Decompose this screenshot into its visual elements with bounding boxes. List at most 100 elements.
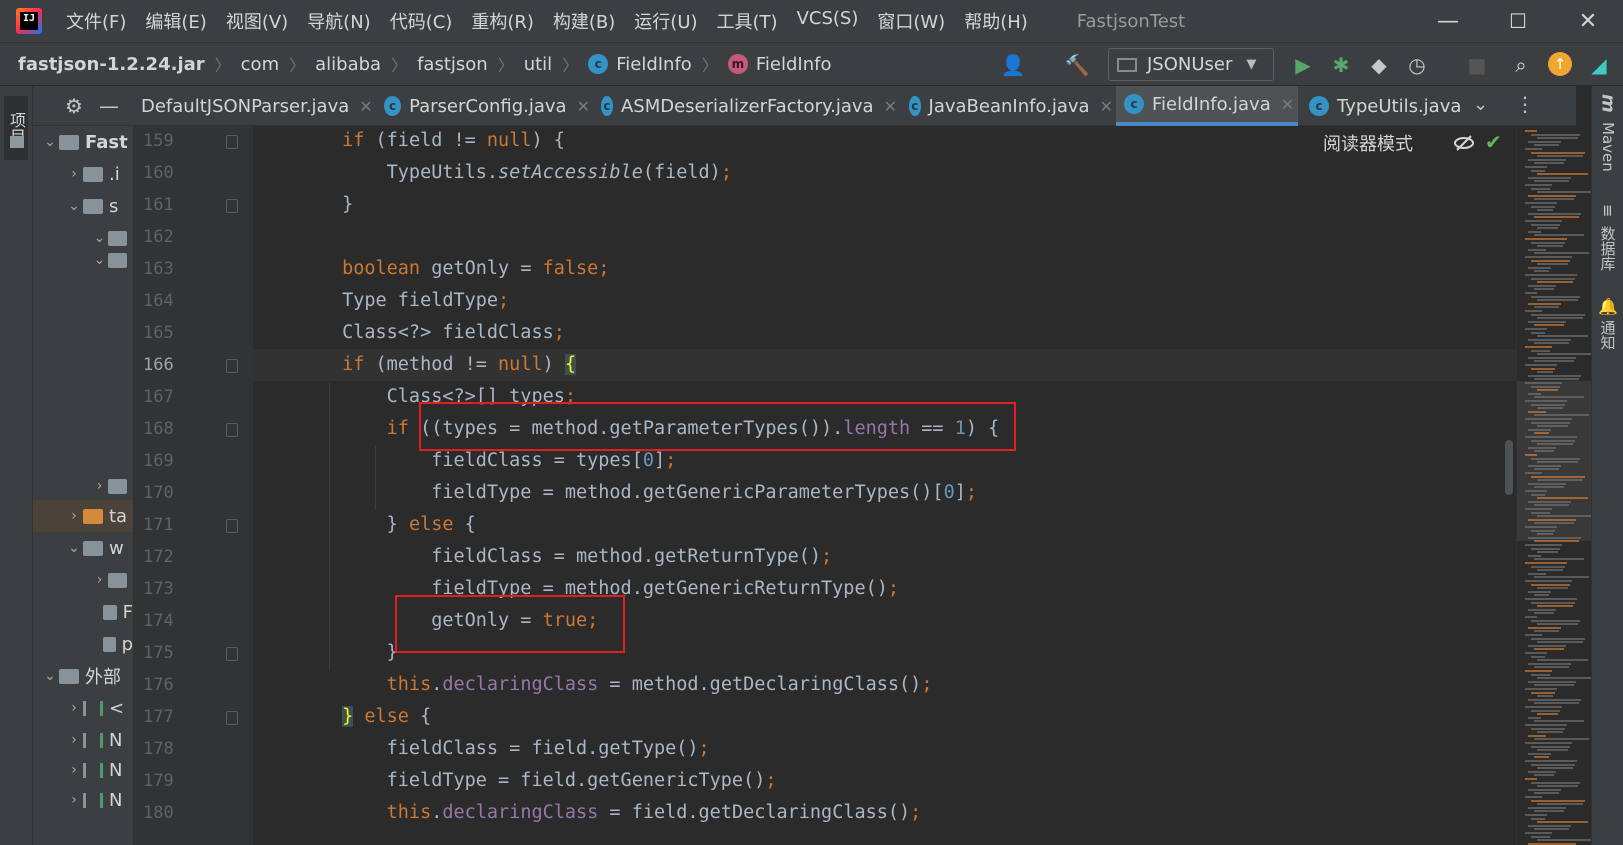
code-line[interactable]: this.declaringClass = method.getDeclarin… xyxy=(253,669,933,701)
code-line[interactable]: fieldClass = method.getReturnType(); xyxy=(253,541,832,573)
chevron-down-icon[interactable]: ⌄ xyxy=(41,668,59,684)
menu-item[interactable]: 帮助(H) xyxy=(964,8,1028,34)
debug-icon[interactable]: ✱ xyxy=(1328,52,1354,78)
code-line[interactable]: fieldClass = field.getType(); xyxy=(253,733,710,765)
profile-icon[interactable]: ◷ xyxy=(1404,52,1430,78)
tree-node[interactable]: ⌄ xyxy=(33,244,133,276)
editor-tab[interactable]: c ParserConfig.java ✕ xyxy=(376,86,590,126)
close-tab-icon[interactable]: ✕ xyxy=(1100,97,1113,116)
coverage-icon[interactable]: ◆ xyxy=(1366,52,1392,78)
tool-window-tab-project[interactable]: 项目 xyxy=(4,96,28,160)
chevron-right-icon[interactable]: › xyxy=(65,792,83,808)
close-tab-icon[interactable]: ✕ xyxy=(359,97,372,116)
fold-marker-icon[interactable] xyxy=(226,519,238,533)
code-line[interactable]: if (method != null) { xyxy=(253,349,577,381)
hide-panel-icon[interactable]: — xyxy=(99,94,119,118)
tool-window-tab-database[interactable]: 数据库 xyxy=(1596,226,1620,271)
close-tab-icon[interactable]: ✕ xyxy=(1281,95,1294,114)
vertical-scrollbar-thumb[interactable] xyxy=(1505,440,1513,495)
tree-node[interactable]: › N xyxy=(33,754,133,786)
close-button[interactable]: ✕ xyxy=(1553,0,1623,42)
code-line[interactable]: } xyxy=(253,189,353,221)
update-icon[interactable]: ↑ xyxy=(1548,52,1572,76)
chevron-down-icon[interactable]: ⌄ xyxy=(65,198,83,214)
code-line[interactable]: } else { xyxy=(253,701,431,733)
breadcrumb-item[interactable]: util xyxy=(524,54,552,75)
chevron-down-icon[interactable]: ⌄ xyxy=(65,540,83,556)
code-line[interactable]: fieldType = method.getGenericParameterTy… xyxy=(253,477,977,509)
chevron-down-icon[interactable]: ⌄ xyxy=(41,134,59,150)
code-line[interactable]: this.declaringClass = field.getDeclaring… xyxy=(253,797,922,829)
breadcrumb-item[interactable]: com xyxy=(241,54,279,75)
intellij-logo-icon[interactable]: IJ xyxy=(16,8,42,34)
editor-tab[interactable]: c ASMDeserializerFactory.java ✕ xyxy=(593,86,897,126)
tool-window-tab-notifications[interactable]: 通知 xyxy=(1596,320,1620,350)
check-icon[interactable]: ✔ xyxy=(1485,130,1502,154)
editor-tab[interactable]: c JavaBeanInfo.java ✕ xyxy=(901,86,1113,126)
code-line[interactable]: TypeUtils.setAccessible(field); xyxy=(253,157,732,189)
tree-node[interactable]: ⌄ w xyxy=(33,532,133,564)
user-icon[interactable]: 👤 xyxy=(1000,52,1026,78)
chevron-right-icon[interactable]: › xyxy=(65,732,83,748)
menu-item[interactable]: 导航(N) xyxy=(307,8,371,34)
chevron-right-icon[interactable]: › xyxy=(65,762,83,778)
maximize-button[interactable]: ☐ xyxy=(1483,0,1553,42)
fold-marker-icon[interactable] xyxy=(226,199,238,213)
menu-item[interactable]: 视图(V) xyxy=(226,8,288,34)
chevron-right-icon[interactable]: › xyxy=(65,700,83,716)
tree-node[interactable]: F xyxy=(33,596,133,628)
menu-item[interactable]: 窗口(W) xyxy=(877,8,945,34)
search-icon[interactable]: ⌕ xyxy=(1508,52,1534,78)
fold-marker-icon[interactable] xyxy=(226,135,238,149)
menu-item[interactable]: 构建(B) xyxy=(553,8,615,34)
tree-node[interactable]: › N xyxy=(33,724,133,756)
fold-marker-icon[interactable] xyxy=(226,359,238,373)
code-minimap[interactable] xyxy=(1516,126,1591,845)
chevron-right-icon[interactable]: › xyxy=(65,166,83,182)
chevron-down-icon[interactable]: ⌄ xyxy=(1473,94,1488,115)
build-hammer-icon[interactable]: 🔨 xyxy=(1064,52,1090,78)
chevron-right-icon[interactable]: › xyxy=(65,508,83,524)
eye-hidden-icon[interactable] xyxy=(1453,132,1475,154)
breadcrumb-item[interactable]: m FieldInfo xyxy=(727,54,831,75)
code-line[interactable]: if (field != null) { xyxy=(253,126,565,157)
code-line[interactable]: Type fieldType; xyxy=(253,285,509,317)
menu-item[interactable]: 重构(R) xyxy=(471,8,534,34)
menu-item[interactable]: 工具(T) xyxy=(717,8,778,34)
run-configuration-select[interactable]: JSONUser ▼ xyxy=(1108,48,1274,81)
run-icon[interactable]: ▶ xyxy=(1290,52,1316,78)
code-line[interactable]: } xyxy=(253,637,398,669)
chevron-down-icon[interactable]: ⌄ xyxy=(91,252,108,268)
gear-icon[interactable]: ⚙ xyxy=(65,94,83,118)
menu-item[interactable]: 代码(C) xyxy=(390,8,453,34)
code-line[interactable]: boolean getOnly = false; xyxy=(253,253,609,285)
editor-tab[interactable]: c TypeUtils.java xyxy=(1301,86,1471,126)
breadcrumb-item[interactable]: fastjson xyxy=(417,54,488,75)
tree-node[interactable]: › xyxy=(33,470,133,502)
tool-window-tab-maven[interactable]: Maven xyxy=(1596,122,1620,172)
menu-item[interactable]: 文件(F) xyxy=(66,8,126,34)
reader-mode-button[interactable]: 阅读器模式 xyxy=(1323,130,1413,156)
chevron-right-icon[interactable]: › xyxy=(91,572,108,588)
stop-icon[interactable]: ■ xyxy=(1464,52,1490,78)
fold-marker-icon[interactable] xyxy=(226,647,238,661)
code-editor[interactable]: if (field != null) { TypeUtils.setAccess… xyxy=(253,126,1516,845)
tree-node[interactable]: › N xyxy=(33,784,133,816)
more-options-icon[interactable]: ⋮ xyxy=(1515,92,1535,116)
editor-tab[interactable]: DefaultJSONParser.java ✕ xyxy=(133,86,373,126)
breadcrumb-item[interactable]: alibaba xyxy=(315,54,381,75)
minimize-button[interactable]: — xyxy=(1413,0,1483,42)
menu-item[interactable]: VCS(S) xyxy=(797,8,859,34)
tree-node[interactable]: › .i xyxy=(33,158,133,190)
toolbox-icon[interactable]: ◢ xyxy=(1586,52,1612,78)
tree-node[interactable]: p xyxy=(33,628,133,660)
fold-marker-icon[interactable] xyxy=(226,711,238,725)
breadcrumb-item[interactable]: fastjson-1.2.24.jar xyxy=(18,54,205,75)
tree-node[interactable]: ⌄ s xyxy=(33,190,133,222)
menu-item[interactable]: 运行(U) xyxy=(634,8,697,34)
tree-node[interactable]: › xyxy=(33,564,133,596)
code-line[interactable]: Class<?> fieldClass; xyxy=(253,317,565,349)
breadcrumb-item[interactable]: c FieldInfo xyxy=(588,54,692,75)
close-tab-icon[interactable]: ✕ xyxy=(884,97,897,116)
chevron-right-icon[interactable]: › xyxy=(91,478,108,494)
